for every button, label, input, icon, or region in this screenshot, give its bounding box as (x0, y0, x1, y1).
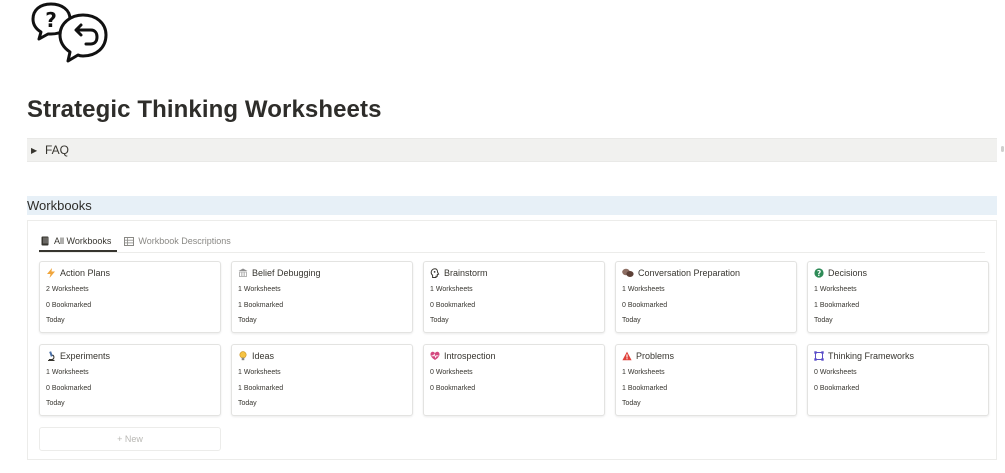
bookmarked-count: 0 Bookmarked (814, 385, 860, 392)
head-icon (430, 268, 440, 278)
heart-pulse-icon (430, 351, 440, 361)
date-label: Today (238, 400, 257, 407)
lightbulb-icon (238, 351, 248, 361)
building-icon (238, 268, 248, 278)
date-label: Today (238, 317, 257, 324)
workbooks-database: All Workbooks Workbook Descriptions Acti… (27, 220, 997, 460)
worksheets-count: 0 Worksheets (814, 369, 857, 376)
card-action-plans[interactable]: Action Plans 2 Worksheets 0 Bookmarked T… (39, 261, 221, 333)
question-reply-bubbles-icon: ? (30, 0, 110, 70)
page-title: Strategic Thinking Worksheets (27, 96, 382, 123)
faq-toggle[interactable]: ▶ FAQ (27, 138, 997, 162)
worksheets-count: 2 Worksheets (46, 286, 89, 293)
worksheets-count: 1 Worksheets (46, 369, 89, 376)
card-title: Brainstorm (430, 268, 488, 278)
bookmarked-count: 1 Bookmarked (814, 302, 860, 309)
tab-workbook-descriptions[interactable]: Workbook Descriptions (122, 231, 232, 251)
svg-text:?: ? (817, 269, 821, 278)
bookmarked-count: 0 Bookmarked (622, 302, 668, 309)
bookmarked-count: 1 Bookmarked (238, 385, 284, 392)
tab-all-workbooks-label: All Workbooks (54, 236, 112, 246)
lightning-icon (46, 268, 56, 278)
bookmarked-count: 0 Bookmarked (430, 385, 476, 392)
card-title: Ideas (238, 351, 274, 361)
speech-bubbles-icon (622, 268, 634, 278)
card-experiments[interactable]: Experiments 1 Worksheets 0 Bookmarked To… (39, 344, 221, 416)
svg-text:?: ? (45, 8, 57, 32)
globe-question-icon: ? (814, 268, 824, 278)
card-title: Thinking Frameworks (814, 351, 914, 361)
workbooks-heading-text: Workbooks (27, 198, 92, 213)
card-title: Conversation Preparation (622, 268, 740, 278)
card-introspection[interactable]: Introspection 0 Worksheets 0 Bookmarked (423, 344, 605, 416)
date-label: Today (622, 317, 641, 324)
microscope-icon (46, 351, 56, 361)
card-title: Introspection (430, 351, 496, 361)
card-belief-debugging[interactable]: Belief Debugging 1 Worksheets 1 Bookmark… (231, 261, 413, 333)
bookmarked-count: 0 Bookmarked (430, 302, 476, 309)
card-title: Belief Debugging (238, 268, 321, 278)
date-label: Today (46, 400, 65, 407)
worksheets-count: 1 Worksheets (430, 286, 473, 293)
table-icon (124, 236, 135, 246)
card-decisions[interactable]: ? Decisions 1 Worksheets 1 Bookmarked To… (807, 261, 989, 333)
scrollbar-indicator[interactable] (1001, 146, 1004, 152)
bookmarked-count: 0 Bookmarked (46, 385, 92, 392)
bookmarked-count: 0 Bookmarked (46, 302, 92, 309)
bookmarked-count: 1 Bookmarked (238, 302, 284, 309)
worksheets-count: 1 Worksheets (238, 286, 281, 293)
card-thinking-frameworks[interactable]: Thinking Frameworks 0 Worksheets 0 Bookm… (807, 344, 989, 416)
worksheets-count: 1 Worksheets (622, 369, 665, 376)
date-label: Today (814, 317, 833, 324)
date-label: Today (622, 400, 641, 407)
book-icon (41, 236, 49, 246)
worksheets-count: 0 Worksheets (430, 369, 473, 376)
bookmarked-count: 1 Bookmarked (622, 385, 668, 392)
card-ideas[interactable]: Ideas 1 Worksheets 1 Bookmarked Today (231, 344, 413, 416)
new-card-button[interactable]: + New (39, 427, 221, 451)
card-title: Problems (622, 351, 674, 361)
date-label: Today (46, 317, 65, 324)
card-problems[interactable]: Problems 1 Worksheets 1 Bookmarked Today (615, 344, 797, 416)
tab-workbook-descriptions-label: Workbook Descriptions (138, 236, 231, 246)
frame-icon (814, 351, 824, 361)
worksheets-count: 1 Worksheets (814, 286, 857, 293)
worksheets-count: 1 Worksheets (622, 286, 665, 293)
card-title: Experiments (46, 351, 110, 361)
triangle-right-icon[interactable]: ▶ (31, 146, 45, 155)
tab-all-workbooks[interactable]: All Workbooks (39, 231, 113, 251)
view-tabs: All Workbooks Workbook Descriptions (39, 231, 242, 251)
tabs-divider (39, 252, 985, 253)
faq-label: FAQ (45, 143, 70, 157)
date-label: Today (430, 317, 449, 324)
workbooks-heading: Workbooks (27, 196, 997, 215)
worksheets-count: 1 Worksheets (238, 369, 281, 376)
card-title: Action Plans (46, 268, 110, 278)
card-conversation-preparation[interactable]: Conversation Preparation 1 Worksheets 0 … (615, 261, 797, 333)
warning-icon (622, 351, 632, 361)
card-title: ? Decisions (814, 268, 867, 278)
card-brainstorm[interactable]: Brainstorm 1 Worksheets 0 Bookmarked Tod… (423, 261, 605, 333)
